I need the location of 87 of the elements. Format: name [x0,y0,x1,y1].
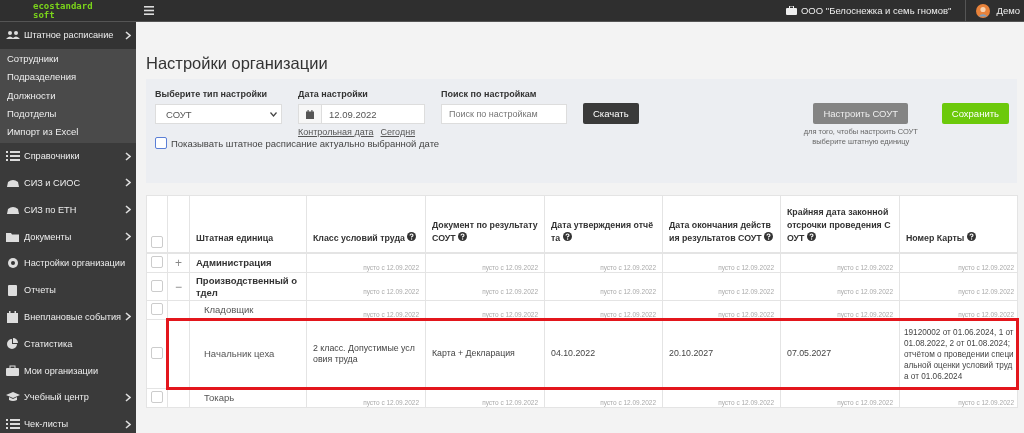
checkbox[interactable] [151,279,163,292]
table-cell-text: 20.10.2027 [669,347,715,361]
column-header: Дата утверждения отчёта [551,220,654,243]
field-label: Выберите тип настройки [155,89,268,99]
date-link[interactable]: Сегодня [380,127,416,137]
table-cell-text: 19120002 от 01.06.2024, 1 от 01.08.2022, 2 от 01.08.2024; отчётом о проведении специальной оценки условий труда от 01.06.2024 [904,326,1014,383]
checkbox[interactable] [151,347,163,359]
folder-icon [6,230,20,243]
table-cell-text: 2 класс. Допустимые условия труда [313,341,416,366]
column-header: Номер Карты [906,233,976,243]
table-cell-text: Производственный отдел [196,274,299,300]
submenu-item[interactable]: Подотделы [0,104,136,124]
pie-chart-icon [6,337,20,350]
sidebar-item[interactable]: СИЗ и СИОС [0,169,136,197]
help-icon [966,232,976,241]
page-title: Настройки организации [146,54,329,73]
table-cell-text: 04.10.2022 [551,347,597,361]
chevron-right-icon [125,178,131,188]
expand-toggle[interactable]: − [175,279,182,294]
table-cell-text: 07.05.2027 [787,347,833,361]
logo-text: ecostandard [33,1,94,11]
calendar-icon [6,310,20,323]
table-cell-text: Токарь [203,391,236,406]
table-cell-text: Администрация [196,256,273,271]
download-button[interactable]: Скачать [583,103,639,124]
chevron-right-icon [125,419,131,429]
clipboard-icon [6,284,20,297]
list-icon [6,418,20,431]
help-icon [458,232,468,241]
help-icon [764,232,774,241]
avatar-icon [976,3,991,18]
table-cell-text: Кладовщик [203,303,255,318]
help-icon [562,232,572,241]
help-icon [806,232,816,241]
user-menu[interactable]: Демо [966,3,1024,18]
chevron-right-icon [125,392,131,402]
briefcase-icon [6,364,20,377]
checkbox-label: Показывать штатное расписание актуально выбранной дате [171,137,440,149]
users-icon [6,29,20,42]
sidebar-item[interactable]: Справочники [0,142,136,170]
sidebar-item[interactable]: Отчеты [0,276,136,304]
column-header: Крайняя дата законной отсрочки проведения СОУТ [787,207,891,243]
sidebar-item[interactable]: Документы [0,223,136,250]
date-field[interactable]: 12.09.2022 [298,104,425,124]
caret-down-icon [270,111,277,117]
sidebar-item[interactable]: Чек-листы [0,410,136,433]
sidebar-item[interactable]: Статистика [0,330,136,358]
column-header: Дата окончания действия результатов СОУТ [669,220,774,243]
checkbox[interactable] [151,256,163,268]
graduation-cap-icon [6,391,20,404]
checkbox[interactable] [151,303,163,315]
chevron-right-icon [125,232,131,242]
list-icon [6,150,20,163]
sidebar-item[interactable]: Учебный центр [0,383,136,411]
briefcase-icon [786,6,797,15]
column-header: Штатная единица [196,233,274,243]
help-icon [407,232,417,241]
sidebar-item[interactable]: Штатное расписание [0,22,136,49]
type-select[interactable]: СОУТ [155,104,282,124]
chevron-right-icon [125,205,131,215]
sidebar-item[interactable]: Внеплановые события [0,303,136,331]
submenu-item[interactable]: Должности [0,86,136,105]
submenu-item[interactable]: Импорт из Excel [0,123,136,142]
checkbox[interactable] [151,236,163,248]
menu-icon [144,6,154,15]
sidebar-item[interactable]: СИЗ по ЕТН [0,196,136,224]
column-header: Документ по результату СОУТ [432,220,538,243]
checkbox[interactable] [155,137,167,149]
calendar-icon [306,109,314,119]
table-cell-text: Начальник цеха [203,347,276,362]
sidebar-item[interactable]: Настройки организации [0,249,136,277]
submenu-item[interactable]: Подразделения [0,68,136,87]
field-label: Дата настройки [298,89,369,99]
table-cell-text: Карта + Декларация [432,347,516,361]
search-field[interactable]: Поиск по настройкам [441,104,567,124]
submenu-item[interactable]: Сотрудники [0,49,136,69]
sidebar-item[interactable]: Мои организации [0,357,136,384]
chevron-right-icon [125,151,131,161]
gear-icon [6,257,20,270]
logo-text: soft [33,10,56,20]
field-label: Поиск по настройкам [441,89,538,99]
checkbox[interactable] [151,391,163,403]
chevron-right-icon [125,312,132,322]
chevron-right-icon [125,30,131,40]
date-link[interactable]: Контрольная дата [298,127,374,137]
column-header: Класс условий труда [313,233,417,243]
organization-link[interactable]: ООО "Белоснежка и семь гномов" [786,0,967,22]
